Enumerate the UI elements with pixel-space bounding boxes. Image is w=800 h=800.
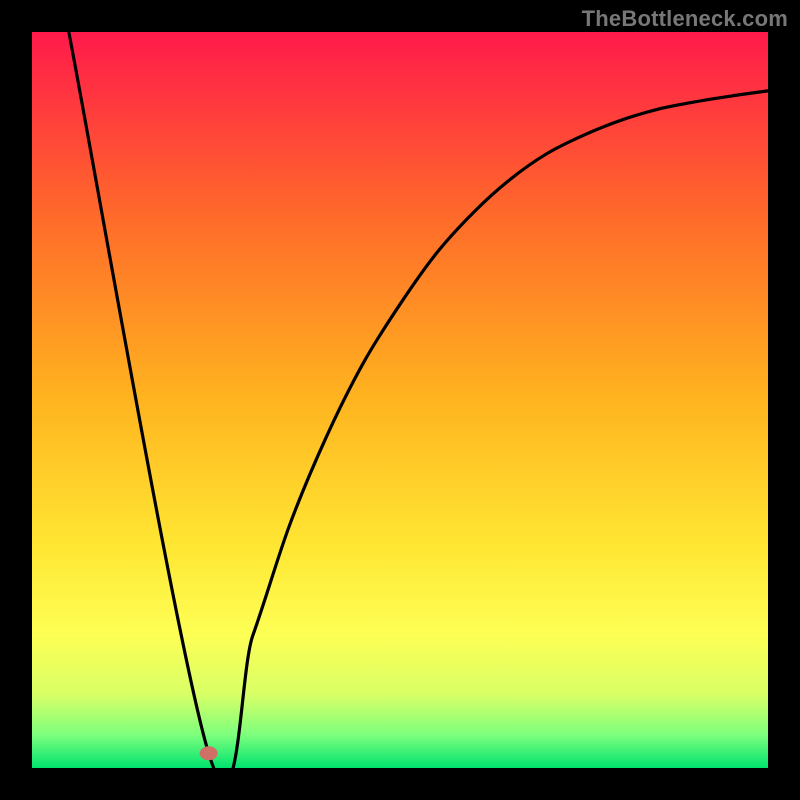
plot-area (32, 32, 768, 768)
min-marker (200, 746, 218, 760)
attribution-text: TheBottleneck.com (582, 6, 788, 32)
chart-frame: TheBottleneck.com (0, 0, 800, 800)
gradient-background (32, 32, 768, 768)
chart-svg (32, 32, 768, 768)
